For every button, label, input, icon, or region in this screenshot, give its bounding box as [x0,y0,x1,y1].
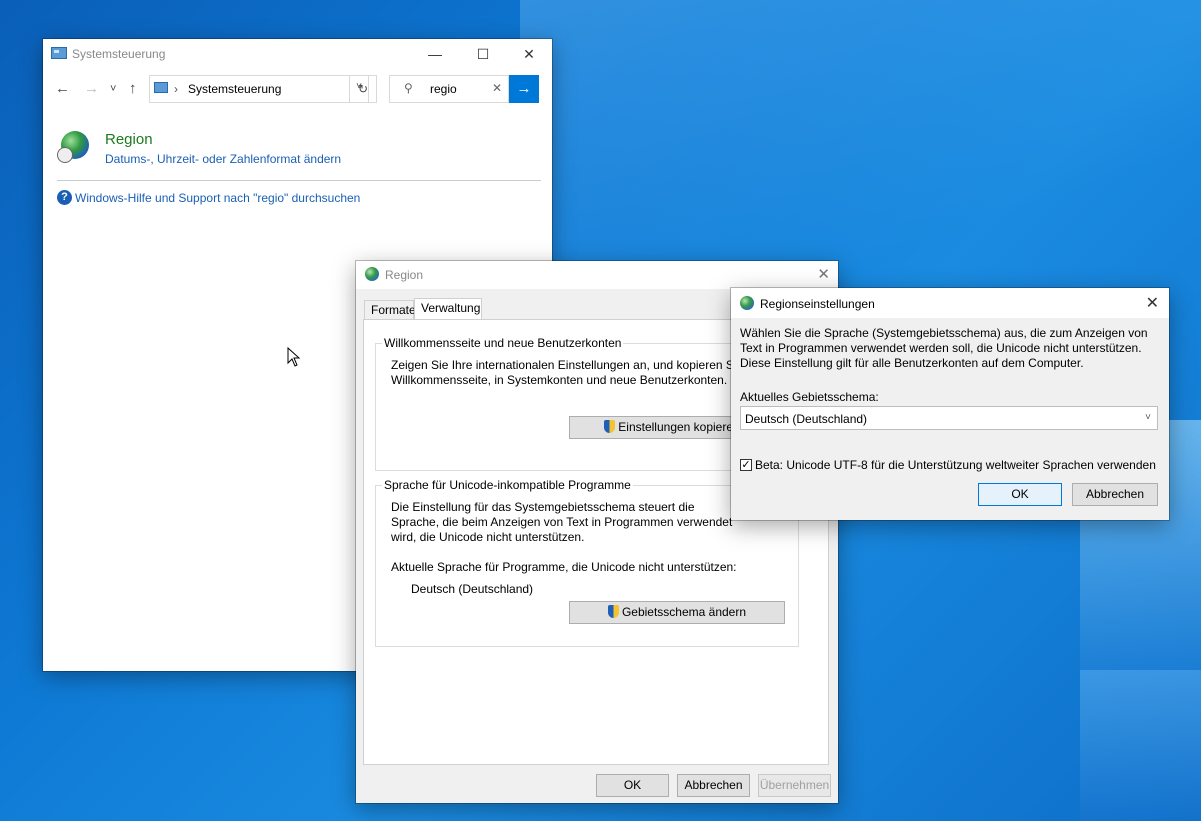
current-language-label: Aktuelle Sprache für Programme, die Unic… [391,560,737,574]
chevron-right-icon: › [174,82,178,96]
back-arrow-icon[interactable]: ← [55,80,70,97]
forward-arrow-icon[interactable]: → [84,80,99,97]
locale-select-value: Deutsch (Deutschland) [745,412,868,426]
region-settings-title: Regionseinstellungen [760,297,875,311]
globe-icon [365,267,379,281]
change-locale-button[interactable]: Gebietsschema ändern [569,601,785,624]
utf8-checkbox[interactable]: ✓ [740,458,752,471]
region-cancel-button[interactable]: Abbrechen [677,774,750,797]
tab-verwaltung[interactable]: Verwaltung [414,298,482,321]
navigation-bar: ← → ˅ ↑ › Systemsteuerung ˅ ↻ ⚲ regio ✕ … [43,75,552,105]
utf8-checkbox-row[interactable]: ✓ Beta: Unicode UTF-8 für die Unterstützu… [740,457,1156,472]
change-locale-label: Gebietsschema ändern [621,605,747,619]
result-title[interactable]: Region [105,131,153,148]
result-subtitle-link[interactable]: Datums-, Uhrzeit- oder Zahlenformat ände… [105,152,341,166]
control-panel-icon [154,82,168,93]
region-settings-dialog: Regionseinstellungen ✕ Wählen Sie die Sp… [731,288,1169,520]
welcome-group-title: Willkommensseite und neue Benutzerkonten [382,336,624,350]
close-icon[interactable]: ✕ [1146,293,1159,313]
control-panel-titlebar[interactable]: Systemsteuerung — ☐ ✕ [43,39,552,69]
address-bar[interactable]: › Systemsteuerung ˅ [149,75,369,103]
help-search-link[interactable]: ? Windows-Hilfe und Support nach "regio" … [57,190,360,206]
region-ok-button[interactable]: OK [596,774,669,797]
region-apply-button[interactable]: Übernehmen [758,774,831,797]
unicode-group-title: Sprache für Unicode-inkompatible Program… [382,478,633,492]
region-settings-description: Wählen Sie die Sprache (Systemgebietssch… [740,326,1148,370]
current-language-value: Deutsch (Deutschland) [411,582,534,596]
search-input[interactable]: regio [430,82,457,96]
control-panel-title: Systemsteuerung [72,47,166,61]
refresh-button[interactable]: ↻ [349,75,377,103]
breadcrumb[interactable]: Systemsteuerung [188,82,281,96]
clock-icon [57,147,73,163]
globe-icon [740,296,754,310]
region-settings-titlebar[interactable]: Regionseinstellungen ✕ [731,288,1169,318]
control-panel-icon [51,47,67,59]
recent-locations-icon[interactable]: ˅ [110,83,116,95]
region-title: Region [385,268,424,282]
clear-search-icon[interactable]: ✕ [492,81,502,95]
tab-formate[interactable]: Formate [364,300,416,320]
desktop-window-logo-pane-lower [1080,670,1201,821]
search-icon: ⚲ [404,81,413,95]
copy-settings-label: Einstellungen kopieren... [618,420,750,434]
help-link-text[interactable]: Windows-Hilfe und Support nach "regio" d… [75,191,360,205]
minimize-button[interactable]: — [412,39,458,69]
chevron-down-icon: ˅ [1145,412,1151,423]
locale-select[interactable]: Deutsch (Deutschland) ˅ [740,406,1158,430]
search-go-button[interactable]: → [509,75,539,103]
utf8-checkbox-label[interactable]: Beta: Unicode UTF-8 für die Unterstützun… [755,458,1156,472]
help-icon: ? [57,190,72,206]
mouse-cursor-icon [287,347,301,367]
close-icon[interactable]: ✕ [817,265,830,283]
region-titlebar[interactable]: Region ✕ [356,261,838,289]
search-box[interactable]: ⚲ regio ✕ [389,75,509,103]
close-button[interactable]: ✕ [506,39,552,69]
uac-shield-icon [604,420,616,433]
uac-shield-icon [607,605,619,618]
divider [57,180,541,181]
up-arrow-icon[interactable]: ↑ [129,80,137,97]
maximize-button[interactable]: ☐ [460,39,506,69]
region-settings-ok-button[interactable]: OK [978,483,1062,506]
locale-label: Aktuelles Gebietsschema: [740,390,879,404]
unicode-group-text: Die Einstellung für das Systemgebietssch… [391,500,733,544]
region-settings-cancel-button[interactable]: Abbrechen [1072,483,1158,506]
